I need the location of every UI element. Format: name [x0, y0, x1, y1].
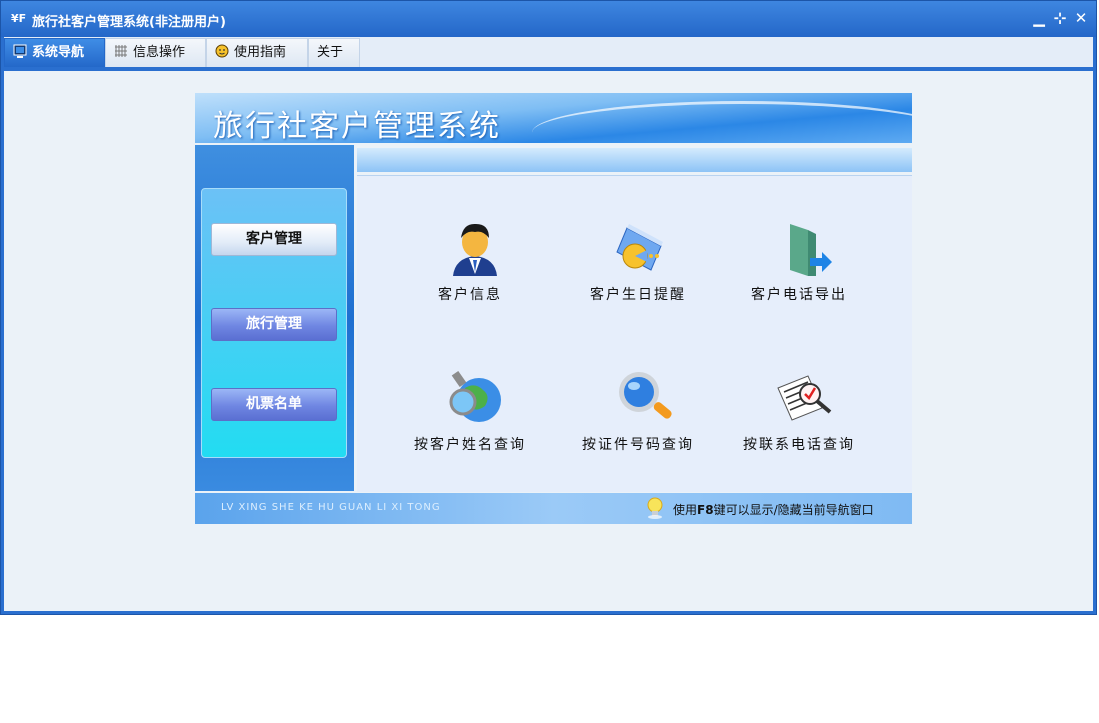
- lightbulb-icon: [645, 497, 665, 519]
- footer-tip: 使用F8键可以显示/隐藏当前导航窗口: [673, 501, 874, 518]
- phone-export-item[interactable]: 客户电话导出: [724, 218, 874, 318]
- user-icon: [445, 218, 505, 278]
- document-search-icon: [774, 368, 834, 428]
- search-by-id-item[interactable]: 按证件号码查询: [563, 368, 713, 468]
- tab-about[interactable]: 关于: [308, 38, 360, 67]
- tab-label: 使用指南: [234, 45, 287, 60]
- globe-search-icon: [445, 368, 505, 428]
- birthday-reminder-item[interactable]: 客户生日提醒: [563, 218, 713, 318]
- menu-bar: 系统导航 信息操作 使用指南 关于: [4, 37, 1093, 67]
- customer-info-item[interactable]: 客户信息: [395, 218, 545, 318]
- tab-info-operation[interactable]: 信息操作: [105, 38, 206, 67]
- tab-label: 信息操作: [133, 45, 186, 60]
- face-icon: [215, 41, 229, 58]
- customer-management-button[interactable]: 客户管理: [211, 223, 337, 256]
- magnifier-icon: [613, 368, 673, 428]
- tip-suffix: 键可以显示/隐藏当前导航窗口: [713, 503, 874, 517]
- footer-pinyin: LV XING SHE KE HU GUAN LI XI TONG: [221, 502, 441, 513]
- tip-prefix: 使用: [673, 503, 698, 517]
- sidebar-button-group: 客户管理 旅行管理 机票名单: [201, 188, 347, 458]
- app-icon: ¥F: [11, 12, 27, 25]
- nav-main-topbar: [357, 148, 912, 172]
- travel-management-button[interactable]: 旅行管理: [211, 308, 337, 341]
- nav-footer: LV XING SHE KE HU GUAN LI XI TONG 使用F8键可…: [195, 493, 912, 524]
- minimize-button[interactable]: ▁: [1030, 9, 1048, 27]
- window-title: 旅行社客户管理系统(非注册用户): [32, 15, 226, 30]
- tab-system-navigation[interactable]: 系统导航: [4, 38, 105, 67]
- birthday-folder-icon: [613, 218, 673, 278]
- header-swoosh: [532, 101, 912, 143]
- monitor-icon: [13, 41, 27, 58]
- item-label: 按证件号码查询: [582, 437, 694, 453]
- search-by-name-item[interactable]: 按客户姓名查询: [395, 368, 545, 468]
- ticket-list-button[interactable]: 机票名单: [211, 388, 337, 421]
- export-folder-icon: [774, 218, 834, 278]
- item-label: 按客户姓名查询: [414, 437, 526, 453]
- navigation-panel: 旅行社客户管理系统 客户管理 旅行管理 机票名单 客户信息 客户生日提醒 客户电…: [195, 93, 912, 524]
- search-by-phone-item[interactable]: 按联系电话查询: [724, 368, 874, 468]
- title-bar[interactable]: ¥F 旅行社客户管理系统(非注册用户) ▁ ⊹ ✕: [1, 1, 1096, 37]
- restore-button[interactable]: ⊹: [1051, 9, 1069, 27]
- tab-label: 关于: [317, 45, 344, 60]
- close-button[interactable]: ✕: [1072, 9, 1090, 27]
- grid-icon: [114, 41, 128, 57]
- nav-title: 旅行社客户管理系统: [213, 109, 501, 143]
- nav-header: 旅行社客户管理系统: [195, 93, 912, 143]
- nav-main-area: 客户信息 客户生日提醒 客户电话导出 按客户姓名查询 按证件号码查询 按联系电话…: [357, 175, 912, 492]
- item-label: 按联系电话查询: [743, 437, 855, 453]
- nav-sidebar: 客户管理 旅行管理 机票名单: [195, 145, 354, 491]
- item-label: 客户信息: [438, 287, 502, 303]
- item-label: 客户电话导出: [751, 287, 847, 303]
- tip-key: F8: [697, 503, 714, 517]
- tab-user-guide[interactable]: 使用指南: [206, 38, 308, 67]
- tab-label: 系统导航: [32, 45, 85, 60]
- item-label: 客户生日提醒: [590, 287, 686, 303]
